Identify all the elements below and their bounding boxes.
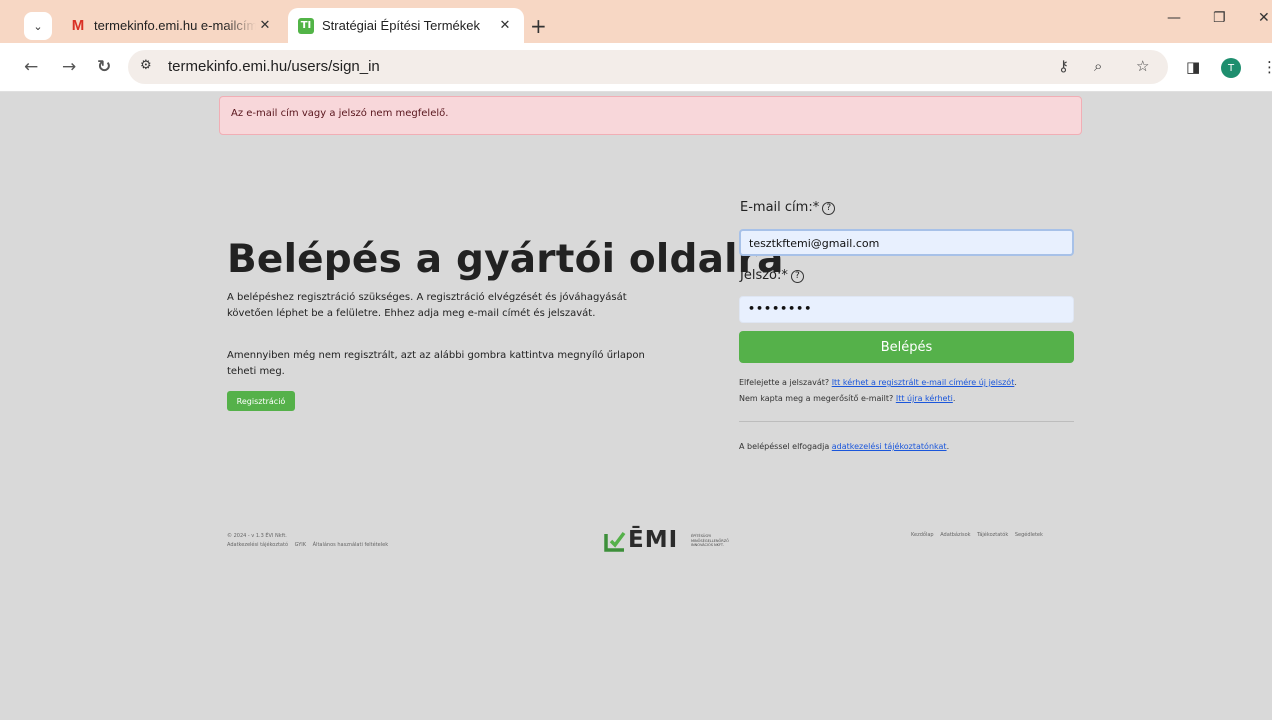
- browser-tab-bar: ⌄ M termekinfo.emi.hu e-mailcím m ✕ TI S…: [0, 0, 1272, 43]
- back-arrow-icon[interactable]: ←: [24, 57, 38, 77]
- footer-copyright: © 2024 - v 1.3 ÉVI Nkft.: [227, 533, 287, 539]
- email-label-text: E-mail cím:*: [740, 200, 820, 215]
- footer-nav: Kezdőlap Adatbázisok Tájékoztatók Segédl…: [906, 532, 1043, 538]
- site-info-icon[interactable]: ⚙: [140, 58, 152, 73]
- email-field[interactable]: tesztkftemi@gmail.com: [739, 229, 1074, 256]
- footer-link-terms[interactable]: Általános használati feltételek: [313, 542, 388, 548]
- page-content: Az e-mail cím vagy a jelszó nem megfelel…: [0, 92, 1272, 720]
- help-question-icon[interactable]: ?: [822, 202, 836, 215]
- form-divider: [739, 421, 1074, 422]
- reload-icon[interactable]: ↻: [97, 57, 111, 77]
- close-tab-icon[interactable]: ✕: [256, 18, 274, 33]
- footer-link-aids[interactable]: Segédletek: [1015, 532, 1043, 538]
- gmail-icon: M: [71, 17, 85, 34]
- forward-arrow-icon[interactable]: →: [62, 57, 76, 77]
- close-window-icon[interactable]: ✕: [1258, 10, 1270, 26]
- help-question-icon[interactable]: ?: [790, 270, 804, 283]
- url-text[interactable]: termekinfo.emi.hu/users/sign_in: [168, 58, 380, 75]
- browser-toolbar: ← → ↻ ⚙ termekinfo.emi.hu/users/sign_in …: [0, 43, 1272, 92]
- footer-link-faq[interactable]: GYIK: [295, 542, 306, 548]
- emi-logo: ĒMI ÉPÍTÉSÜGYI MINŐSÉGELLENŐRZŐ INNOVÁCI…: [604, 527, 764, 556]
- ti-favicon-icon: TI: [298, 17, 314, 34]
- tab-title: Stratégiai Építési Termékek: [322, 18, 480, 33]
- footer-link-privacy[interactable]: Adatkezelési tájékoztató: [227, 542, 288, 548]
- forgot-password-link[interactable]: Itt kérhet a regisztrált e-mail címére ú…: [832, 378, 1015, 387]
- password-label-text: Jelszó:*: [740, 268, 788, 283]
- browser-tab-gmail[interactable]: M termekinfo.emi.hu e-mailcím m ✕: [60, 8, 284, 43]
- password-key-icon[interactable]: ⚷: [1058, 57, 1069, 75]
- forgot-prefix: Elfelejette a jelszavát?: [739, 378, 832, 387]
- zoom-magnifier-icon[interactable]: ⌕: [1094, 57, 1102, 75]
- privacy-policy-link[interactable]: adatkezelési tájékoztatónkat: [832, 442, 947, 451]
- tab-title: termekinfo.emi.hu e-mailcím m: [94, 18, 256, 33]
- profile-avatar[interactable]: T: [1221, 58, 1241, 78]
- minimize-icon[interactable]: —: [1167, 10, 1181, 26]
- restore-window-icon[interactable]: ❐: [1213, 10, 1226, 26]
- footer-link-guides[interactable]: Tájékoztatók: [977, 532, 1008, 538]
- confirm-suffix: .: [952, 394, 956, 403]
- logo-text: ĒMI: [628, 527, 679, 553]
- error-alert: Az e-mail cím vagy a jelszó nem megfelel…: [219, 96, 1082, 135]
- address-bar[interactable]: ⚙ termekinfo.emi.hu/users/sign_in ⚷ ⌕ ☆: [128, 50, 1168, 84]
- intro-paragraph: A belépéshez regisztráció szükséges. A r…: [227, 292, 627, 319]
- footer-left: © 2024 - v 1.3 ÉVI Nkft. Adatkezelési tá…: [227, 532, 393, 550]
- password-label: Jelszó:*?: [740, 268, 804, 283]
- footer-link-home[interactable]: Kezdőlap: [911, 532, 934, 538]
- page-title: Belépés a gyártói oldalra: [227, 237, 784, 282]
- forgot-password-text: Elfelejette a jelszavát? Itt kérhet a re…: [739, 378, 1017, 387]
- side-panel-icon[interactable]: ◨: [1186, 58, 1200, 76]
- privacy-suffix: .: [946, 442, 950, 451]
- logo-subtitle: ÉPÍTÉSÜGYI MINŐSÉGELLENŐRZŐ INNOVÁCIÓS N…: [691, 534, 729, 548]
- confirm-prefix: Nem kapta meg a megerősítő e-mailt?: [739, 394, 896, 403]
- resend-confirmation-link[interactable]: Itt újra kérheti: [896, 394, 953, 403]
- privacy-consent-text: A belépéssel elfogadja adatkezelési tájé…: [739, 442, 949, 451]
- email-label: E-mail cím:*?: [740, 200, 836, 215]
- browser-tab-active[interactable]: TI Stratégiai Építési Termékek ✕: [288, 8, 524, 43]
- register-button[interactable]: Regisztráció: [227, 391, 295, 411]
- bookmark-star-icon[interactable]: ☆: [1136, 57, 1149, 75]
- logo-sub-line: INNOVÁCIÓS NKFT.: [691, 543, 724, 547]
- register-paragraph: Amennyiben még nem regisztrált, azt az a…: [227, 350, 645, 377]
- password-field[interactable]: ••••••••: [739, 296, 1074, 323]
- close-tab-icon[interactable]: ✕: [496, 18, 514, 33]
- forgot-suffix: .: [1014, 378, 1017, 387]
- footer-link-databases[interactable]: Adatbázisok: [940, 532, 970, 538]
- resend-confirmation-text: Nem kapta meg a megerősítő e-mailt? Itt …: [739, 394, 955, 403]
- login-button[interactable]: Belépés: [739, 331, 1074, 363]
- privacy-prefix: A belépéssel elfogadja: [739, 442, 832, 451]
- tab-search-chevron-icon[interactable]: ⌄: [24, 12, 52, 40]
- new-tab-plus-icon[interactable]: +: [530, 14, 547, 38]
- browser-menu-icon[interactable]: ⋮: [1262, 58, 1272, 76]
- logo-check-icon: [604, 531, 626, 552]
